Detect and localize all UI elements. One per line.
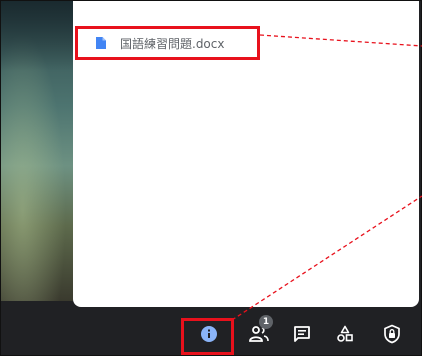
activities-button[interactable] xyxy=(334,323,356,345)
video-background xyxy=(1,1,73,301)
chat-icon xyxy=(294,326,310,342)
host-controls-button[interactable] xyxy=(381,323,403,345)
doc-icon xyxy=(96,37,106,49)
attachment-file-link[interactable]: 国語練習問題.docx xyxy=(75,26,260,60)
chat-button[interactable] xyxy=(291,323,313,345)
people-count-badge: 1 xyxy=(259,315,273,329)
info-button-highlight xyxy=(181,318,234,355)
shapes-icon xyxy=(337,325,353,342)
shield-lock-icon xyxy=(384,324,400,344)
attachment-file-name: 国語練習問題.docx xyxy=(120,36,225,51)
